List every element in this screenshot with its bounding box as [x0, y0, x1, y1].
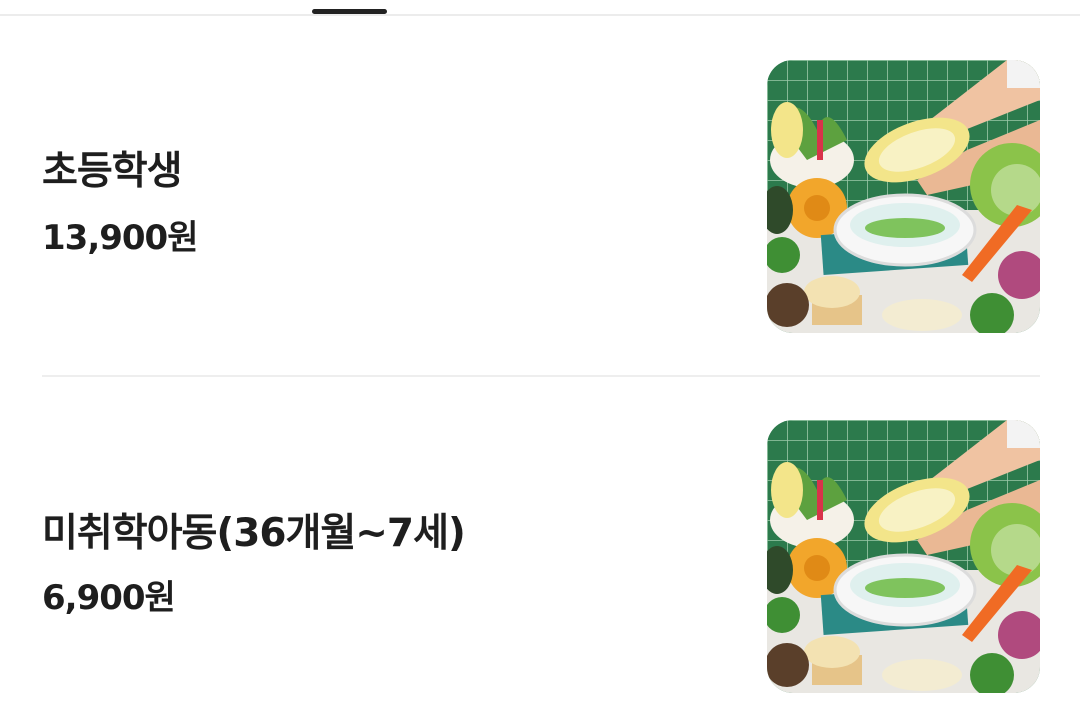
vegetables-photo-icon[interactable] [767, 60, 1040, 333]
menu-item[interactable]: 초등학생 13,900원 [42, 58, 1040, 333]
vegetables-photo-icon[interactable] [767, 420, 1040, 693]
active-tab-indicator [312, 9, 387, 14]
item-price: 13,900원 [42, 218, 198, 258]
item-divider [42, 375, 1040, 377]
item-name: 초등학생 [42, 149, 183, 194]
top-tab-bar [0, 0, 1080, 16]
item-name: 미취학아동(36개월~7세) [42, 511, 466, 556]
menu-item[interactable]: 미취학아동(36개월~7세) 6,900원 [42, 418, 1040, 693]
item-price: 6,900원 [42, 578, 176, 618]
